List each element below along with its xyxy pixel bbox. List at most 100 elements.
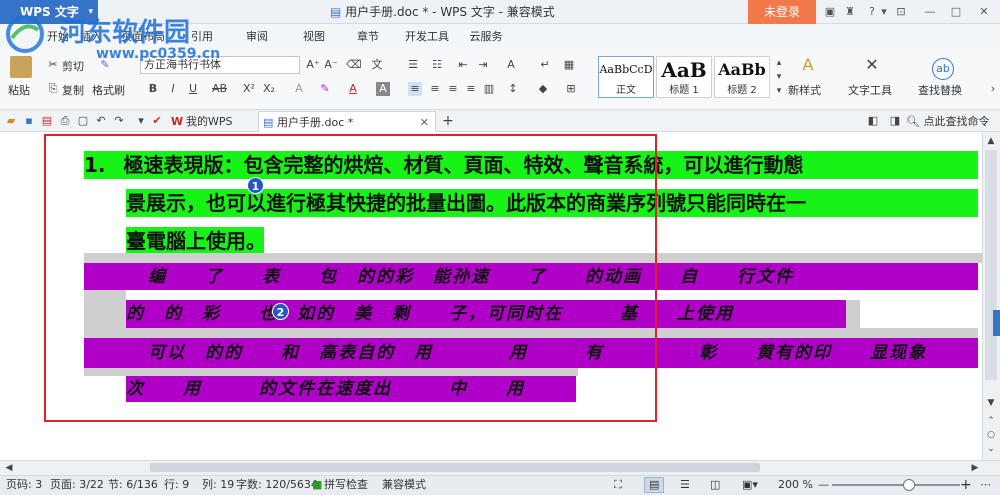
side-panel-toggle[interactable] <box>993 310 1000 336</box>
numbering-icon[interactable]: ☷ <box>430 58 444 72</box>
text-effect-icon[interactable]: A <box>292 82 306 96</box>
outline-view-icon[interactable]: ☰ <box>680 475 690 495</box>
strikethrough-icon[interactable]: AB <box>212 82 227 96</box>
line-spacing-icon[interactable]: ↕ <box>506 82 520 96</box>
new-style-button[interactable]: 新样式 <box>788 82 821 98</box>
align-left-icon[interactable]: ≡ <box>408 82 422 96</box>
find-replace-button[interactable]: 查找替换 <box>918 82 962 98</box>
style-normal[interactable]: AaBbCcD 正文 <box>598 56 654 98</box>
italic-icon[interactable]: I <box>166 82 180 96</box>
zoom-slider-knob[interactable] <box>903 479 915 491</box>
paste-button[interactable]: 粘贴 <box>8 82 30 98</box>
status-column[interactable]: 列: 19 <box>202 475 234 495</box>
reading-mode-icon[interactable]: ▣▾ <box>742 475 758 495</box>
justify-icon[interactable]: ≡ <box>464 82 478 96</box>
tab-right-icon[interactable]: ◨ <box>888 114 902 128</box>
superscript-icon[interactable]: X² <box>242 82 256 96</box>
paragraph-mark-icon[interactable]: ↵ <box>538 58 552 72</box>
next-page-icon[interactable]: ⌄ <box>984 442 998 456</box>
tab-left-icon[interactable]: ◧ <box>866 114 880 128</box>
scroll-thumb[interactable] <box>985 150 997 380</box>
status-more-icon[interactable]: ⋯ <box>980 475 991 495</box>
login-button[interactable]: 未登录 <box>748 0 816 24</box>
format-painter-button[interactable]: 格式刷 <box>92 82 125 98</box>
close-tab-icon[interactable]: ✕ <box>420 112 429 133</box>
fullscreen-view-icon[interactable]: ⛶ <box>614 475 622 495</box>
outdent-icon[interactable]: ⇥ <box>476 58 490 72</box>
copy-button[interactable]: 复制 <box>62 82 84 98</box>
status-row[interactable]: 行: 9 <box>164 475 189 495</box>
zoom-slider[interactable] <box>832 484 960 486</box>
quick-access-more-icon[interactable]: ▾ <box>134 114 148 128</box>
scroll-up-icon[interactable]: ▲ <box>984 134 998 148</box>
style-heading-1[interactable]: AaB 标题 1 <box>656 56 712 98</box>
status-word-count[interactable]: 字数: 120/5634 <box>236 475 318 495</box>
align-center-icon[interactable]: ≡ <box>428 82 442 96</box>
style-heading-2[interactable]: AaBb 标题 2 <box>714 56 770 98</box>
tab-user-manual-label: 用户手册.doc * <box>277 116 354 129</box>
save-icon[interactable]: ▪ <box>22 114 36 128</box>
phonetic-icon[interactable]: 文 <box>370 58 384 72</box>
font-shrink-icon[interactable]: A⁻ <box>324 58 338 72</box>
status-page-number[interactable]: 页码: 3 <box>6 475 42 495</box>
new-tab-icon[interactable]: + <box>441 114 455 128</box>
menu-review[interactable]: 审阅 <box>240 24 274 50</box>
ribbon-more-icon[interactable]: › <box>986 82 1000 96</box>
command-search[interactable]: 🔍︎ 点此查找命令 <box>906 113 998 130</box>
print-icon[interactable]: ⎙ <box>58 114 72 128</box>
borders-icon[interactable]: ⊞ <box>564 82 578 96</box>
select-browse-icon[interactable]: ○ <box>984 428 998 442</box>
distribute-icon[interactable]: ▥ <box>482 82 496 96</box>
tab-my-wps[interactable]: W 我的WPS <box>168 111 256 132</box>
text-tools-button[interactable]: 文字工具 <box>848 82 892 98</box>
shading-icon[interactable]: ◆ <box>536 82 550 96</box>
clear-format-icon[interactable]: ⌫ <box>346 58 362 72</box>
web-view-icon[interactable]: ◫ <box>710 475 720 495</box>
style-normal-name: 正文 <box>616 85 636 96</box>
underline-icon[interactable]: U <box>186 82 200 96</box>
horizontal-scroll-thumb[interactable] <box>150 463 760 472</box>
redo-icon[interactable]: ↷ <box>112 114 126 128</box>
indent-icon[interactable]: ⇤ <box>456 58 470 72</box>
paste-icon[interactable] <box>10 56 32 78</box>
open-icon[interactable]: ▰ <box>4 114 18 128</box>
restore-ribbon-icon[interactable]: ⊡ <box>893 4 909 20</box>
chevron-down-icon[interactable]: ▾ <box>876 4 892 20</box>
status-section[interactable]: 节: 6/136 <box>108 475 158 495</box>
minimize-icon[interactable]: — <box>922 4 938 20</box>
chinese-layout-icon[interactable]: A <box>504 58 518 72</box>
zoom-level[interactable]: 200 % <box>778 475 813 495</box>
new-style-icon: A <box>802 55 814 74</box>
menu-section[interactable]: 章节 <box>352 24 384 50</box>
highlight-color-icon[interactable]: ✎ <box>318 82 332 96</box>
skin-icon[interactable]: ▣ <box>822 4 838 20</box>
print-preview-icon[interactable]: ▢ <box>76 114 90 128</box>
zoom-out-button[interactable]: — <box>818 475 829 495</box>
maximize-icon[interactable]: □ <box>948 4 964 20</box>
bold-icon[interactable]: B <box>146 82 160 96</box>
prev-page-icon[interactable]: ⌃ <box>984 414 998 428</box>
font-grow-icon[interactable]: A⁺ <box>306 58 320 72</box>
cut-button[interactable]: 剪切 <box>62 58 84 74</box>
undo-icon[interactable]: ↶ <box>94 114 108 128</box>
scroll-down-icon[interactable]: ▼ <box>984 396 998 410</box>
pdf-icon[interactable]: ▤ <box>40 114 54 128</box>
tab-user-manual[interactable]: ▤ 用户手册.doc * ✕ <box>258 111 436 132</box>
menu-developer[interactable]: 开发工具 <box>402 24 452 50</box>
table-icon[interactable]: ▦ <box>562 58 576 72</box>
status-spell-check[interactable]: 拼写检查 <box>324 475 368 495</box>
font-color-icon[interactable]: A <box>346 82 360 96</box>
scroll-left-icon[interactable]: ◀ <box>2 461 16 475</box>
menu-view[interactable]: 视图 <box>298 24 330 50</box>
status-pages[interactable]: 页面: 3/22 <box>50 475 104 495</box>
char-shading-icon[interactable]: A <box>376 82 390 96</box>
scroll-right-icon[interactable]: ▶ <box>968 461 982 475</box>
shirt-icon[interactable]: ♜ <box>842 4 858 20</box>
style-gallery-scroll[interactable]: ▴ ▾ ▾ <box>772 56 786 98</box>
subscript-icon[interactable]: X₂ <box>262 82 276 96</box>
close-icon[interactable]: ✕ <box>976 4 992 20</box>
menu-cloud[interactable]: 云服务 <box>466 24 506 50</box>
align-right-icon[interactable]: ≡ <box>446 82 460 96</box>
bullets-icon[interactable]: ☰ <box>406 58 420 72</box>
zoom-in-button[interactable]: + <box>960 475 972 495</box>
